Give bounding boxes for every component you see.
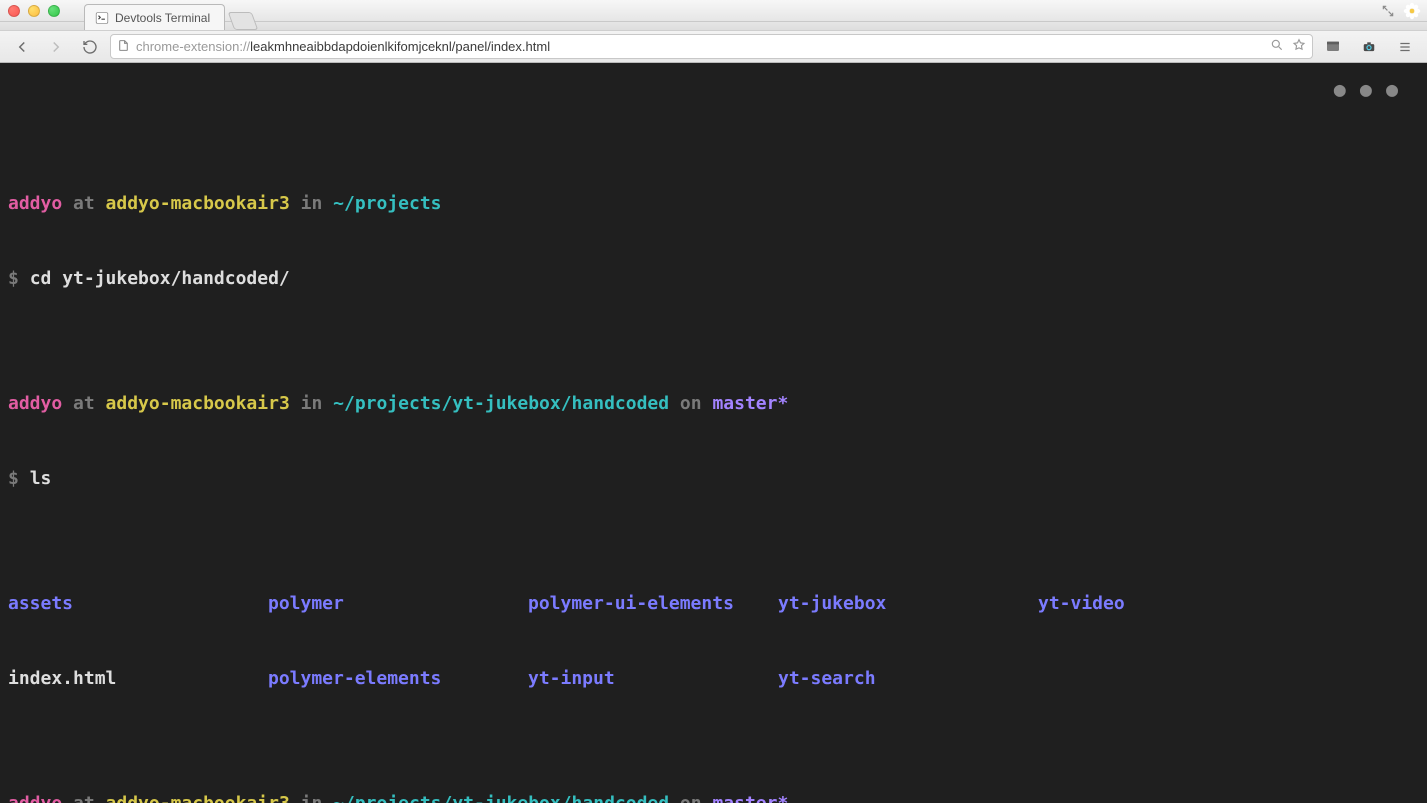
ls-row: assetspolymerpolymer-ui-elementsyt-jukeb… <box>8 591 1419 616</box>
star-icon[interactable] <box>1292 38 1306 55</box>
terminal-viewport[interactable]: ● ● ● addyo at addyo-macbookair3 in ~/pr… <box>0 63 1427 803</box>
ls-row: index.htmlpolymer-elementsyt-inputyt-sea… <box>8 666 1419 691</box>
omnibox[interactable]: chrome-extension://leakmhneaibbdapdoienl… <box>110 34 1313 59</box>
url-scheme: chrome-extension:// <box>136 39 250 54</box>
prompt-host: addyo-macbookair3 <box>106 193 290 214</box>
search-icon[interactable] <box>1270 38 1284 55</box>
new-tab-button[interactable] <box>228 12 259 30</box>
reload-button[interactable] <box>76 34 104 60</box>
page-icon <box>117 38 130 56</box>
devtools-extension-icon[interactable] <box>1319 34 1347 60</box>
chrome-menu-icon[interactable] <box>1391 34 1419 60</box>
tab-title: Devtools Terminal <box>115 11 210 25</box>
terminal-favicon-icon <box>95 11 109 25</box>
browser-tab-active[interactable]: Devtools Terminal <box>84 4 225 30</box>
overflow-dots-icon[interactable]: ● ● ● <box>1334 77 1399 102</box>
prompt-path: ~/projects <box>333 193 441 214</box>
back-button[interactable] <box>8 34 36 60</box>
camera-extension-icon[interactable] <box>1355 34 1383 60</box>
prompt-symbol: $ <box>8 268 30 289</box>
url-path: leakmhneaibbdapdoienlkifomjceknl/panel/i… <box>250 39 550 54</box>
forward-button[interactable] <box>42 34 70 60</box>
git-branch: master* <box>712 393 788 414</box>
cmd-ls: ls <box>30 468 52 489</box>
prompt-user: addyo <box>8 193 62 214</box>
browser-toolbar: chrome-extension://leakmhneaibbdapdoienl… <box>0 30 1427 63</box>
cmd-cd: cd yt-jukebox/handcoded/ <box>30 268 290 289</box>
browser-tabstrip: Devtools Terminal <box>0 0 1427 30</box>
